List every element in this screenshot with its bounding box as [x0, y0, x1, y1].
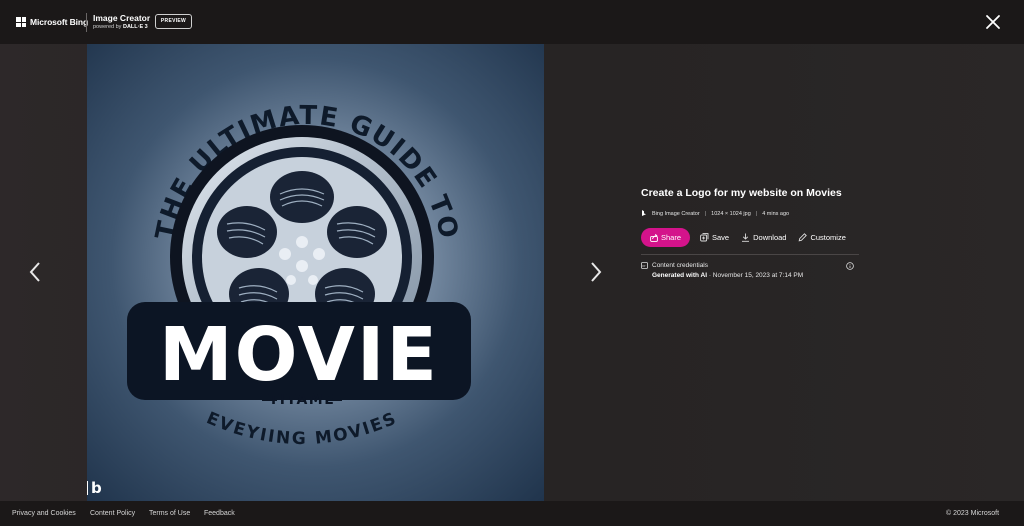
edit-brush-icon [799, 233, 808, 242]
content-credentials-icon: cr [641, 262, 648, 269]
preview-badge: PREVIEW [155, 14, 192, 29]
image-viewer: THE ULTIMATE GUIDE TO MOVIE TITAME EVEYI… [0, 44, 1024, 501]
content-credentials: cr Content credentials Generated with AI… [641, 261, 859, 283]
download-button[interactable]: Download [741, 233, 786, 242]
powered-by: powered by DALL·E 3 [93, 24, 148, 30]
chevron-right-icon [591, 262, 602, 282]
main-word: MOVIE [159, 312, 439, 398]
chevron-left-icon [29, 262, 40, 282]
footer-link-terms[interactable]: Terms of Use [149, 510, 190, 517]
bing-icon [642, 210, 646, 216]
footer-link-feedback[interactable]: Feedback [204, 510, 235, 517]
previous-image-button[interactable] [27, 260, 43, 284]
share-label: Share [660, 233, 681, 242]
customize-label: Customize [810, 233, 846, 242]
meta-time: 4 mins ago [762, 211, 790, 217]
meta-size: 1024 × 1024 jpg [711, 211, 751, 217]
generated-image[interactable]: THE ULTIMATE GUIDE TO MOVIE TITAME EVEYI… [87, 44, 544, 501]
image-details-panel: Create a Logo for my website on Movies B… [641, 187, 859, 283]
bing-watermark: b [91, 479, 102, 497]
microsoft-bing-logo[interactable]: Microsoft Bing [16, 13, 88, 31]
customize-button[interactable]: Customize [798, 233, 846, 242]
copyright: © 2023 Microsoft [946, 510, 1000, 517]
movie-logo-artwork: THE ULTIMATE GUIDE TO MOVIE TITAME EVEYI… [87, 101, 471, 497]
save-button[interactable]: Save [700, 233, 729, 242]
app-title[interactable]: Image Creator [93, 13, 150, 23]
top-bar: Microsoft Bing Image Creator powered by … [0, 0, 1024, 44]
next-image-button[interactable] [588, 260, 604, 284]
svg-text:EVEYIING MOVIES: EVEYIING MOVIES [203, 408, 400, 449]
brand-name: Microsoft Bing [30, 17, 89, 27]
credentials-label: Content credentials [652, 262, 709, 269]
action-bar: Share Save Download Customize [641, 227, 859, 248]
share-icon [650, 233, 658, 242]
credentials-detail: Generated with AI · November 15, 2023 at… [652, 272, 804, 279]
collection-save-icon [700, 233, 709, 242]
download-icon [742, 233, 750, 242]
footer-link-content-policy[interactable]: Content Policy [90, 510, 135, 517]
share-button[interactable]: Share [641, 228, 690, 247]
prompt-title: Create a Logo for my website on Movies [641, 187, 842, 199]
close-icon [986, 15, 1000, 29]
meta-source: Bing Image Creator [652, 211, 700, 217]
details-divider [641, 254, 859, 255]
footer-link-privacy[interactable]: Privacy and Cookies [12, 510, 76, 517]
bottom-text: EVEYIING MOVIES [203, 408, 398, 449]
header-divider [86, 13, 87, 32]
sub-word: TITAME [269, 392, 336, 408]
footer: Privacy and Cookies Content Policy Terms… [0, 501, 1024, 526]
download-label: Download [753, 233, 787, 242]
close-button[interactable] [983, 12, 1003, 32]
save-label: Save [712, 233, 730, 242]
microsoft-logo-icon [16, 17, 26, 27]
image-meta: Bing Image Creator | 1024 × 1024 jpg | 4… [641, 209, 859, 219]
info-icon[interactable] [846, 262, 854, 270]
svg-text:cr: cr [642, 264, 646, 268]
